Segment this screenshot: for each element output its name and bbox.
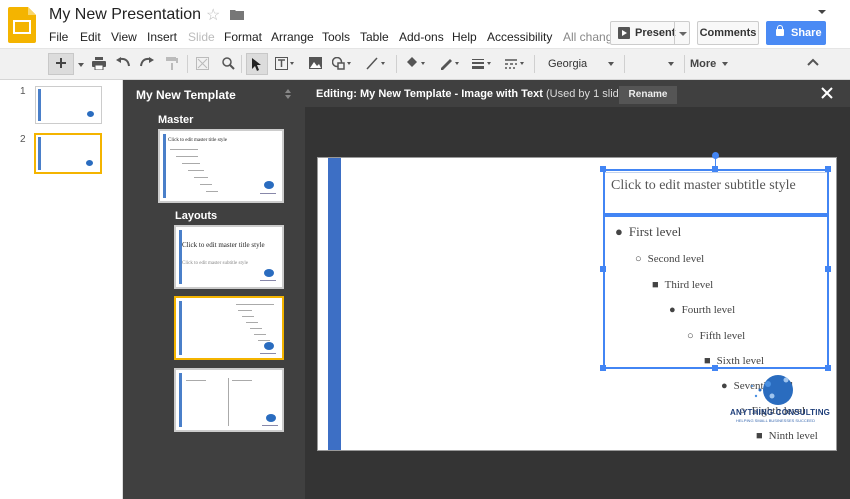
- editing-label: Editing: My New Template - Image with Te…: [316, 88, 629, 100]
- more-label: More: [690, 58, 717, 70]
- menu-addons[interactable]: Add-ons: [399, 30, 444, 44]
- bullet-level-9[interactable]: ■ Ninth level: [756, 430, 818, 442]
- slide-number: 1: [20, 86, 26, 97]
- slide-canvas[interactable]: Click to edit master subtitle style ● Fir…: [317, 152, 837, 451]
- present-divider: [674, 22, 675, 44]
- present-dropdown-icon[interactable]: [679, 32, 687, 36]
- rename-button[interactable]: Rename: [619, 86, 677, 104]
- play-icon: [618, 27, 630, 39]
- template-name: My New Template: [136, 88, 236, 102]
- menu-slide[interactable]: Slide: [188, 30, 215, 44]
- border-weight-icon[interactable]: [469, 53, 495, 75]
- slide-accent-bar[interactable]: [328, 158, 341, 450]
- slides-app-icon[interactable]: [8, 7, 36, 43]
- sort-icon[interactable]: [285, 89, 291, 99]
- present-button[interactable]: Present: [610, 21, 690, 45]
- close-icon[interactable]: [821, 87, 833, 99]
- share-button[interactable]: Share: [766, 21, 826, 45]
- chevron-down-icon: [722, 62, 729, 67]
- layout-usage: (Used by 1 slide): [546, 88, 629, 100]
- present-label: Present: [635, 27, 676, 39]
- paint-format-icon[interactable]: [163, 53, 181, 75]
- layout-thumbnail-image-with-text[interactable]: [174, 296, 284, 360]
- text-box-icon[interactable]: [272, 53, 298, 75]
- slide-filmstrip: 1 2: [0, 80, 123, 499]
- selection-frame-body: [603, 215, 829, 369]
- menu-help[interactable]: Help: [452, 30, 477, 44]
- rotate-handle[interactable]: [712, 152, 719, 159]
- menu-view[interactable]: View: [111, 30, 137, 44]
- collapse-menu-icon[interactable]: [806, 55, 820, 69]
- layout-thumbnail-title-text: Click to edit master title style: [182, 241, 265, 249]
- image-icon[interactable]: [306, 53, 324, 75]
- master-thumbnail-title: Click to edit master title style: [168, 138, 228, 143]
- menu-edit[interactable]: Edit: [80, 30, 101, 44]
- menu-accessibility[interactable]: Accessibility: [487, 30, 552, 44]
- menu-arrange[interactable]: Arrange: [271, 30, 314, 44]
- document-title[interactable]: My New Presentation: [49, 6, 201, 24]
- new-slide-button[interactable]: [48, 53, 74, 75]
- select-fit-icon[interactable]: [193, 53, 211, 75]
- resize-handle[interactable]: [600, 365, 606, 371]
- shape-icon[interactable]: [329, 53, 355, 75]
- editing-layout-name: Editing: My New Template - Image with Te…: [316, 88, 543, 100]
- resize-handle[interactable]: [825, 266, 831, 272]
- slide-thumbnail[interactable]: [35, 86, 102, 124]
- comments-button[interactable]: Comments: [697, 21, 759, 45]
- menu-file[interactable]: File: [49, 30, 68, 44]
- menu-format[interactable]: Format: [224, 30, 262, 44]
- folder-icon[interactable]: [230, 9, 244, 20]
- font-size-select[interactable]: [628, 53, 680, 75]
- star-icon[interactable]: ☆: [206, 5, 220, 25]
- chevron-down-icon: [608, 62, 614, 66]
- resize-handle[interactable]: [825, 365, 831, 371]
- font-family-select[interactable]: Georgia: [540, 53, 620, 75]
- chevron-down-icon: [668, 62, 674, 66]
- toolbar: Georgia More: [0, 48, 850, 80]
- master-thumbnail[interactable]: Click to edit master title style: [158, 129, 284, 203]
- new-slide-dropdown[interactable]: [76, 53, 86, 75]
- resize-handle[interactable]: [825, 166, 831, 172]
- slide-thumbnail-selected[interactable]: [34, 133, 102, 174]
- menu-table[interactable]: Table: [360, 30, 389, 44]
- resize-handle[interactable]: [712, 166, 718, 172]
- undo-icon[interactable]: [114, 53, 132, 75]
- font-family-value: Georgia: [548, 58, 588, 70]
- slide-number: 2: [20, 134, 26, 145]
- logo-image: [87, 111, 94, 117]
- redo-icon[interactable]: [138, 53, 156, 75]
- resize-handle[interactable]: [712, 365, 718, 371]
- logo-wordmark: ANYTHING CONSULTING: [730, 408, 831, 417]
- lock-icon: [776, 25, 784, 36]
- editor-header: Editing: My New Template - Image with Te…: [305, 80, 850, 107]
- master-layouts-panel: My New Template Master Click to edit mas…: [123, 80, 305, 499]
- layout-thumbnail-subtitle-text: Click to edit master subtitle style: [182, 261, 248, 266]
- layout-thumbnail-title[interactable]: Click to edit master title style Click t…: [174, 225, 284, 289]
- resize-handle[interactable]: [600, 266, 606, 272]
- layouts-heading: Layouts: [175, 210, 218, 222]
- more-button[interactable]: More: [690, 53, 729, 75]
- print-icon[interactable]: [90, 53, 108, 75]
- border-color-icon[interactable]: [437, 53, 463, 75]
- logo-tagline: HELPING SMALL BUSINESSES SUCCEED: [736, 418, 815, 423]
- fill-color-icon[interactable]: [403, 53, 429, 75]
- logo-image: [86, 160, 93, 166]
- line-icon[interactable]: [363, 53, 389, 75]
- share-label: Share: [791, 27, 822, 39]
- menu-tools[interactable]: Tools: [322, 30, 350, 44]
- border-dash-icon[interactable]: [502, 53, 528, 75]
- zoom-icon[interactable]: [219, 53, 237, 75]
- account-dropdown-icon[interactable]: [818, 10, 826, 14]
- master-heading: Master: [158, 114, 194, 126]
- layout-thumbnail-two-columns[interactable]: [174, 368, 284, 432]
- menu-insert[interactable]: Insert: [147, 30, 177, 44]
- resize-handle[interactable]: [600, 166, 606, 172]
- selection-frame-subtitle: [603, 169, 829, 215]
- select-tool-icon[interactable]: [246, 53, 268, 75]
